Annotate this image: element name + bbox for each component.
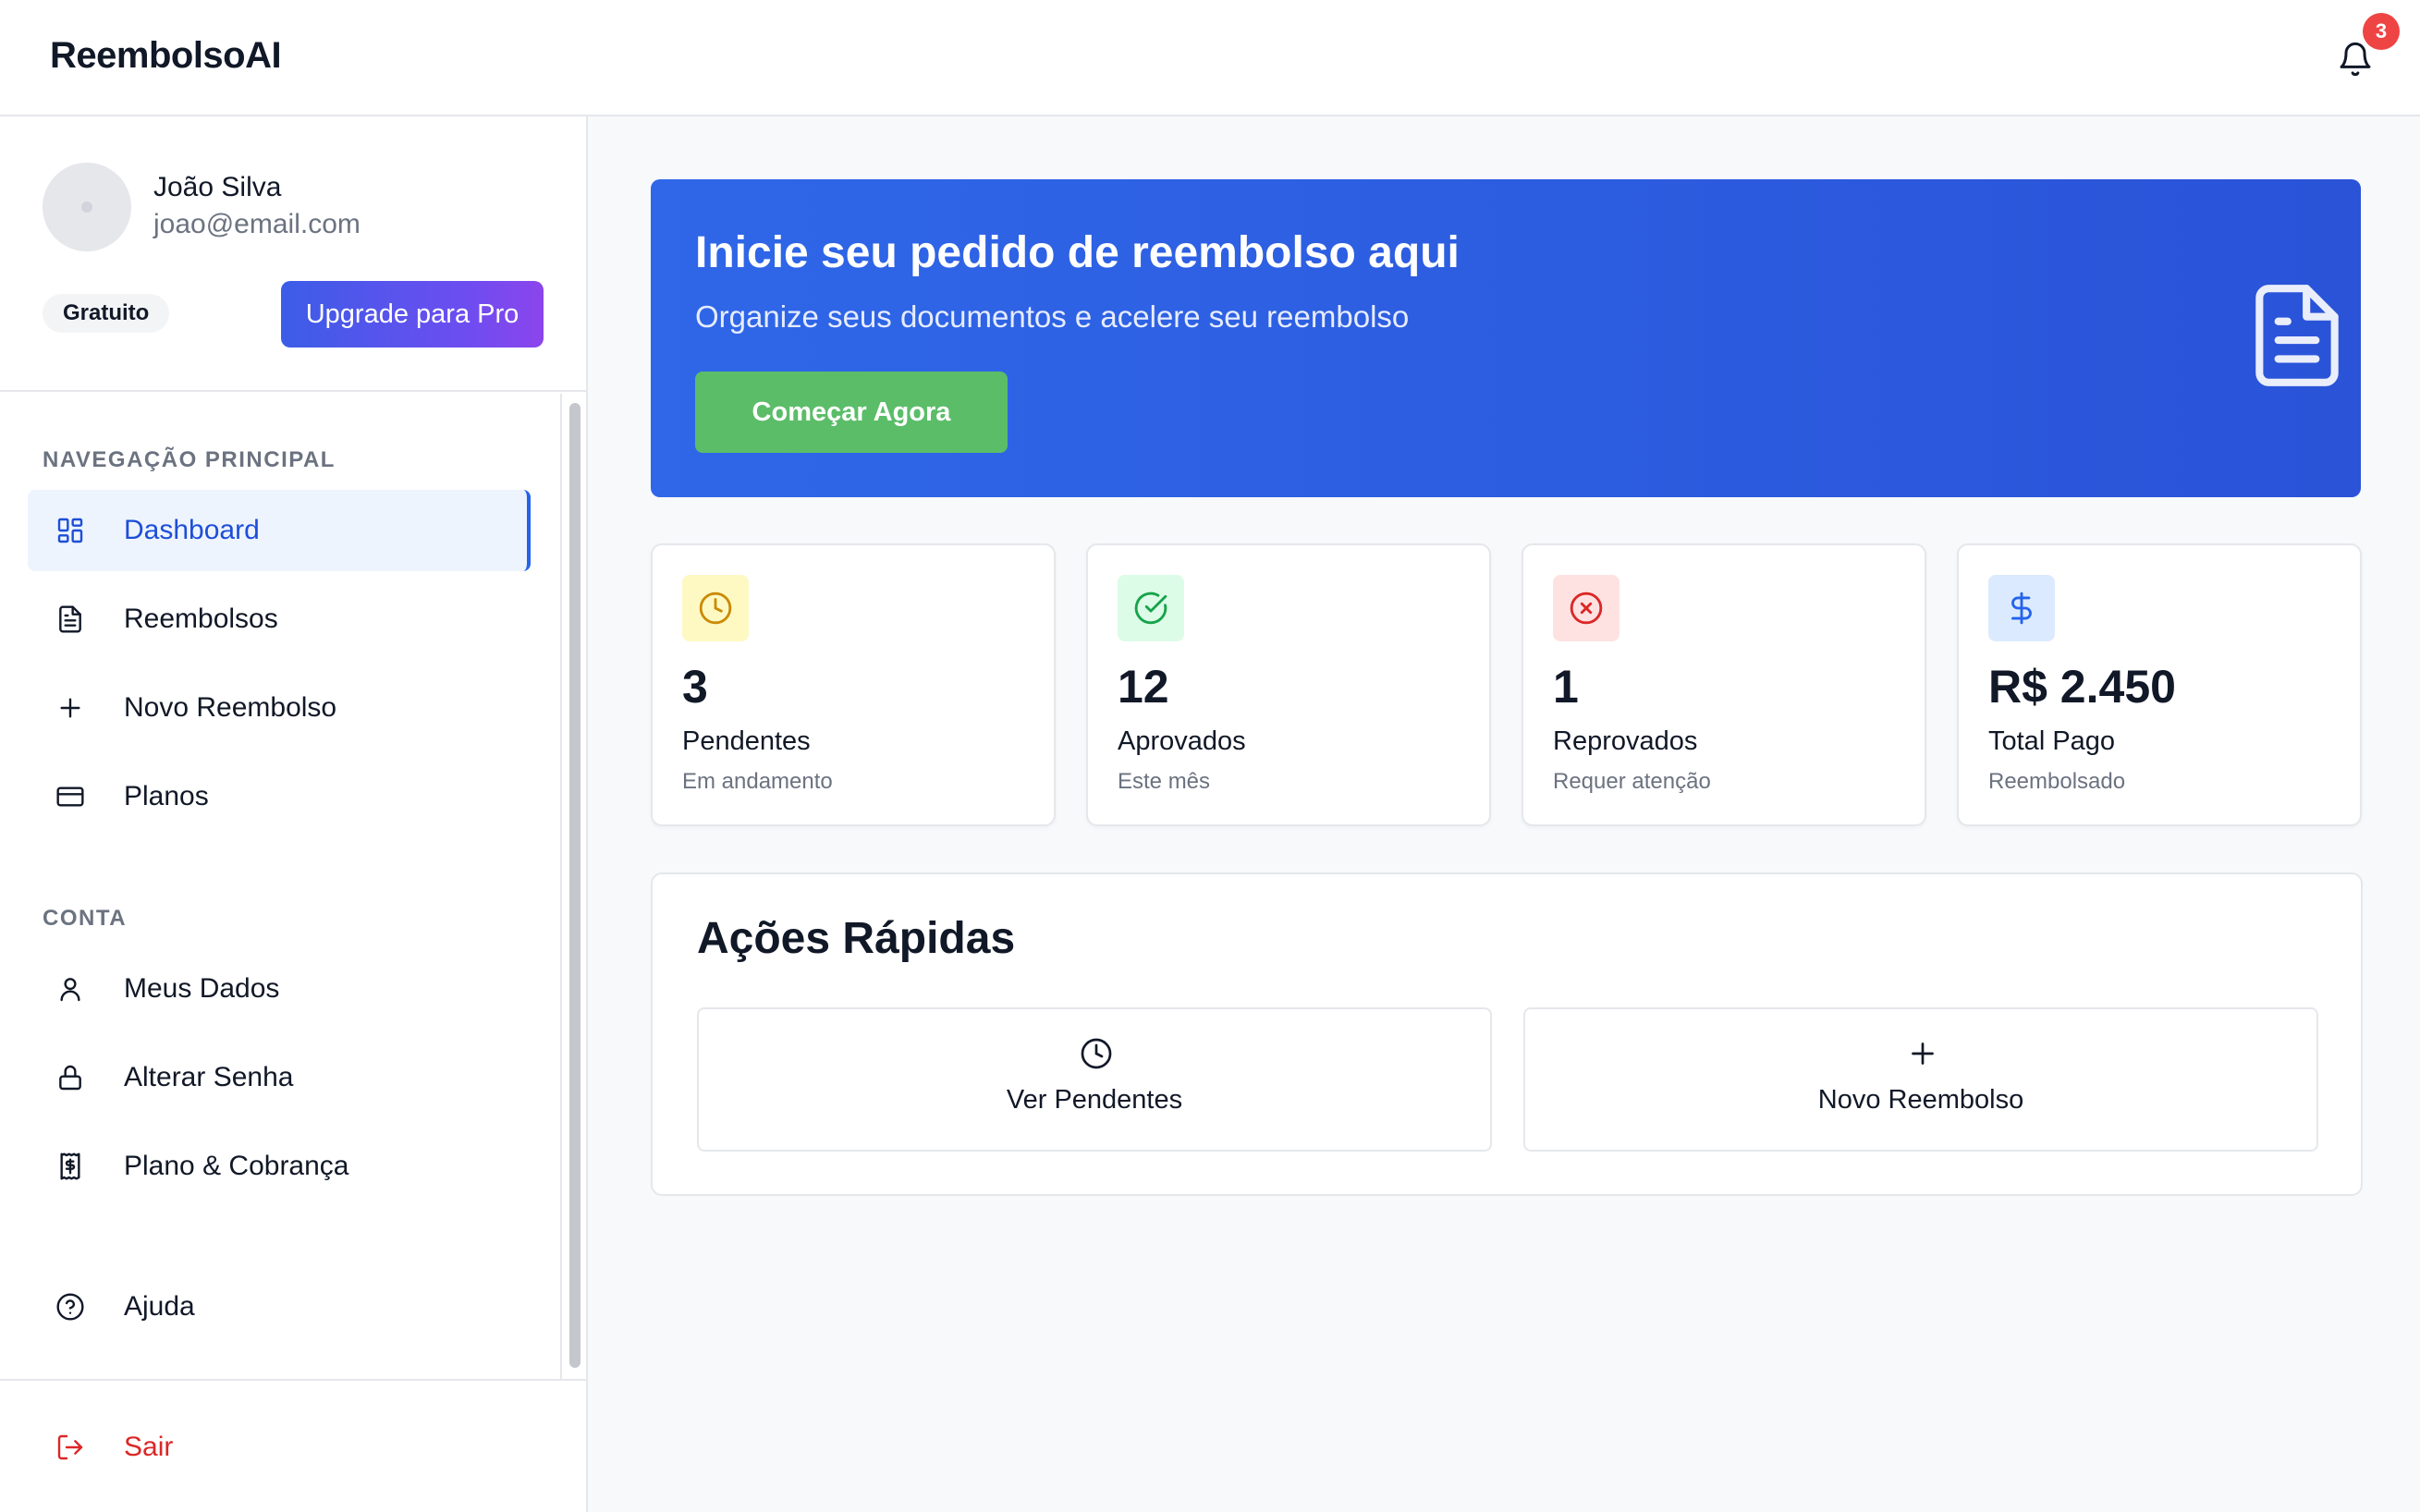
credit-card-icon xyxy=(56,786,84,807)
start-now-button[interactable]: Começar Agora xyxy=(695,372,1008,453)
document-icon xyxy=(2255,285,2339,386)
stat-value: 1 xyxy=(1553,661,1579,713)
sidebar-item-meus-dados[interactable]: Meus Dados xyxy=(28,948,531,1030)
sidebar-item-label: Alterar Senha xyxy=(124,1062,294,1092)
lock-icon xyxy=(59,1065,81,1091)
sidebar-item-novo-reembolso[interactable]: Novo Reembolso xyxy=(28,667,531,749)
logout-button[interactable]: Sair xyxy=(28,1407,531,1488)
plus-icon xyxy=(1912,1043,1934,1065)
user-profile: João Silva joao@email.com Gratuito Upgra… xyxy=(0,116,586,392)
stat-icon-box xyxy=(682,575,749,641)
sidebar-item-label: Meus Dados xyxy=(124,973,280,1004)
stat-card-aprovados: 12 Aprovados Este mês xyxy=(1086,543,1491,826)
sidebar-item-ajuda[interactable]: Ajuda xyxy=(28,1266,531,1347)
sidebar: João Silva joao@email.com Gratuito Upgra… xyxy=(0,116,588,1512)
main-content: Inicie seu pedido de reembolso aqui Orga… xyxy=(590,118,2420,1512)
stat-label: Aprovados xyxy=(1118,726,1246,756)
sidebar-item-label: Planos xyxy=(124,781,209,811)
user-name: João Silva xyxy=(153,172,282,202)
stat-label: Pendentes xyxy=(682,726,811,756)
stat-card-reprovados: 1 Reprovados Requer atenção xyxy=(1522,543,1926,826)
upgrade-button[interactable]: Upgrade para Pro xyxy=(281,281,544,348)
stat-label: Reprovados xyxy=(1553,726,1698,756)
avatar[interactable] xyxy=(43,163,131,251)
hero-subtitle: Organize seus documentos e acelere seu r… xyxy=(695,299,1410,334)
stat-icon-box xyxy=(1988,575,2055,641)
sidebar-item-plano-cobranca[interactable]: Plano & Cobrança xyxy=(28,1126,531,1207)
logout-section: Sair xyxy=(0,1379,586,1512)
stat-sublabel: Requer atenção xyxy=(1553,769,1711,794)
action-label: Ver Pendentes xyxy=(1006,1085,1183,1115)
stat-label: Total Pago xyxy=(1988,726,2116,756)
avatar-placeholder-icon xyxy=(81,201,92,213)
sidebar-scrollbar[interactable] xyxy=(560,394,586,1379)
sidebar-item-alterar-senha[interactable]: Alterar Senha xyxy=(28,1037,531,1118)
sidebar-nav: NAVEGAÇÃO PRINCIPAL Dashboard Reembolsos… xyxy=(0,394,562,1379)
stat-card-total-pago: R$ 2.450 Total Pago Reembolsado xyxy=(1957,543,2362,826)
sidebar-item-label: Ajuda xyxy=(124,1291,195,1322)
logout-label: Sair xyxy=(124,1432,174,1462)
help-circle-icon xyxy=(56,1293,84,1321)
plus-icon xyxy=(60,698,80,718)
clock-icon xyxy=(1081,1038,1112,1069)
bell-icon[interactable] xyxy=(2337,41,2374,78)
stat-value: 12 xyxy=(1118,661,1169,713)
plan-badge: Gratuito xyxy=(43,294,170,333)
sidebar-item-reembolsos[interactable]: Reembolsos xyxy=(28,579,531,660)
sidebar-item-dashboard[interactable]: Dashboard xyxy=(28,490,531,571)
logout-icon xyxy=(57,1434,83,1460)
sidebar-item-label: Dashboard xyxy=(124,515,260,545)
stat-sublabel: Este mês xyxy=(1118,769,1211,794)
hero-banner: Inicie seu pedido de reembolso aqui Orga… xyxy=(651,179,2361,497)
app-logo[interactable]: ReembolsoAI xyxy=(50,35,282,77)
stat-sublabel: Em andamento xyxy=(682,769,833,794)
document-icon xyxy=(59,605,81,633)
dashboard-grid-icon xyxy=(57,518,83,543)
view-pending-button[interactable]: Ver Pendentes xyxy=(697,1007,1492,1152)
dollar-icon xyxy=(2011,591,2032,625)
sidebar-item-label: Reembolsos xyxy=(124,604,278,634)
hero-title: Inicie seu pedido de reembolso aqui xyxy=(695,228,1460,277)
stat-icon-box xyxy=(1118,575,1184,641)
sidebar-item-label: Novo Reembolso xyxy=(124,692,337,723)
action-label: Novo Reembolso xyxy=(1817,1085,2024,1115)
stat-value: 3 xyxy=(682,661,708,713)
quick-actions-title: Ações Rápidas xyxy=(697,914,1016,963)
nav-section-title-main: NAVEGAÇÃO PRINCIPAL xyxy=(43,447,336,472)
stat-card-pendentes: 3 Pendentes Em andamento xyxy=(651,543,1056,826)
stat-value: R$ 2.450 xyxy=(1988,661,2176,713)
scrollbar-thumb[interactable] xyxy=(569,403,581,1368)
user-email: joao@email.com xyxy=(153,209,361,239)
sidebar-item-label: Plano & Cobrança xyxy=(124,1151,349,1181)
stat-sublabel: Reembolsado xyxy=(1988,769,2126,794)
x-circle-icon xyxy=(1570,591,1603,625)
billing-icon xyxy=(60,1152,80,1180)
check-circle-icon xyxy=(1134,591,1167,625)
quick-actions-panel: Ações Rápidas Ver Pendentes Novo Reembol… xyxy=(651,872,2363,1196)
notification-badge: 3 xyxy=(2363,13,2400,50)
top-bar: ReembolsoAI 3 xyxy=(0,0,2420,116)
stat-icon-box xyxy=(1553,575,1619,641)
new-refund-button[interactable]: Novo Reembolso xyxy=(1523,1007,2318,1152)
nav-section-title-account: CONTA xyxy=(43,906,128,931)
clock-icon xyxy=(699,591,732,625)
sidebar-item-planos[interactable]: Planos xyxy=(28,756,531,837)
user-icon xyxy=(60,978,80,1002)
